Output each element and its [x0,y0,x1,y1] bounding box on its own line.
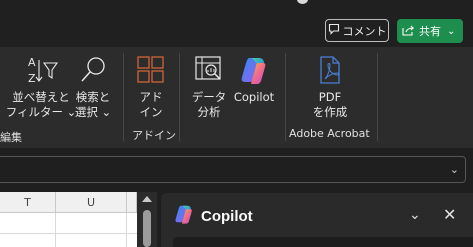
addins-group-label: アドイン [132,129,176,142]
copilot-pane: Copilot ⌄ ✕ [161,193,473,247]
pdf-icon [316,54,344,90]
copilot-pane-logo-icon [173,203,195,229]
vertical-scrollbar[interactable] [137,192,157,247]
svg-text:A: A [28,56,36,69]
worksheet-grid[interactable]: T U [0,192,137,247]
group-divider [285,53,286,141]
sort-filter-icon: A Z [22,54,60,90]
share-button[interactable]: 共有 ⌄ [397,19,463,43]
addins-button[interactable]: アド イン [130,54,172,120]
pane-close-icon[interactable]: ✕ [443,205,456,224]
row-gridline [0,233,137,234]
formula-bar[interactable]: ⌄ [0,156,466,183]
group-divider [377,53,378,141]
copilot-content-area[interactable] [173,237,473,247]
copilot-button[interactable]: Copilot [231,54,277,105]
ribbon: 編集 A Z 並べ替えと フィルター ⌄ 検索と 選択 ⌄ アド イン アドイン [0,47,473,148]
data-analysis-label-line2: 分析 [197,105,221,119]
sort-filter-label-line2: フィルター ⌄ [5,105,77,119]
data-analysis-button[interactable]: データ 分析 [188,54,230,120]
addins-label-line1: アド [139,90,163,104]
title-bar: コメント 共有 ⌄ [0,0,473,47]
find-select-label-line1: 検索と [75,90,111,104]
search-icon [77,54,109,90]
copilot-pane-title: Copilot [201,208,253,225]
svg-text:Z: Z [28,72,36,85]
column-header-partial[interactable] [127,192,137,213]
sort-filter-label-line1: 並べ替えと [12,90,70,104]
edit-group-label: 編集 [0,131,22,144]
create-pdf-label-line2: を作成 [312,105,348,119]
pane-options-chevron-icon[interactable]: ⌄ [409,207,421,223]
comment-icon [328,23,340,38]
addins-label-line2: イン [139,105,163,119]
copilot-logo-icon [238,54,270,90]
column-header-t[interactable]: T [0,192,56,213]
column-gridline [55,213,56,247]
data-analysis-icon [193,54,225,90]
find-select-button[interactable]: 検索と 選択 ⌄ [72,54,114,120]
create-pdf-label-line1: PDF [318,90,342,104]
create-pdf-button[interactable]: PDF を作成 [307,54,353,120]
sort-filter-button[interactable]: A Z 並べ替えと フィルター ⌄ [6,54,77,120]
group-divider [123,53,124,141]
share-label: 共有 [419,25,441,38]
column-gridline [126,213,127,247]
comment-label: コメント [342,24,387,38]
expand-formula-bar-chevron-icon[interactable]: ⌄ [450,163,459,176]
adobe-acrobat-group-label: Adobe Acrobat [289,127,370,140]
scroll-up-arrow-icon[interactable] [142,196,152,202]
copilot-label: Copilot [233,90,275,104]
addins-icon [136,54,166,90]
comment-button[interactable]: コメント [325,19,389,42]
share-dropdown-chevron[interactable]: ⌄ [447,26,455,37]
group-divider [179,53,180,141]
share-icon [402,24,415,39]
column-header-u[interactable]: U [56,192,127,213]
account-indicator[interactable] [297,0,308,4]
data-analysis-label-line1: データ [191,90,227,104]
find-select-label-line2: 選択 ⌄ [74,105,112,119]
scrollbar-thumb[interactable] [143,210,151,247]
